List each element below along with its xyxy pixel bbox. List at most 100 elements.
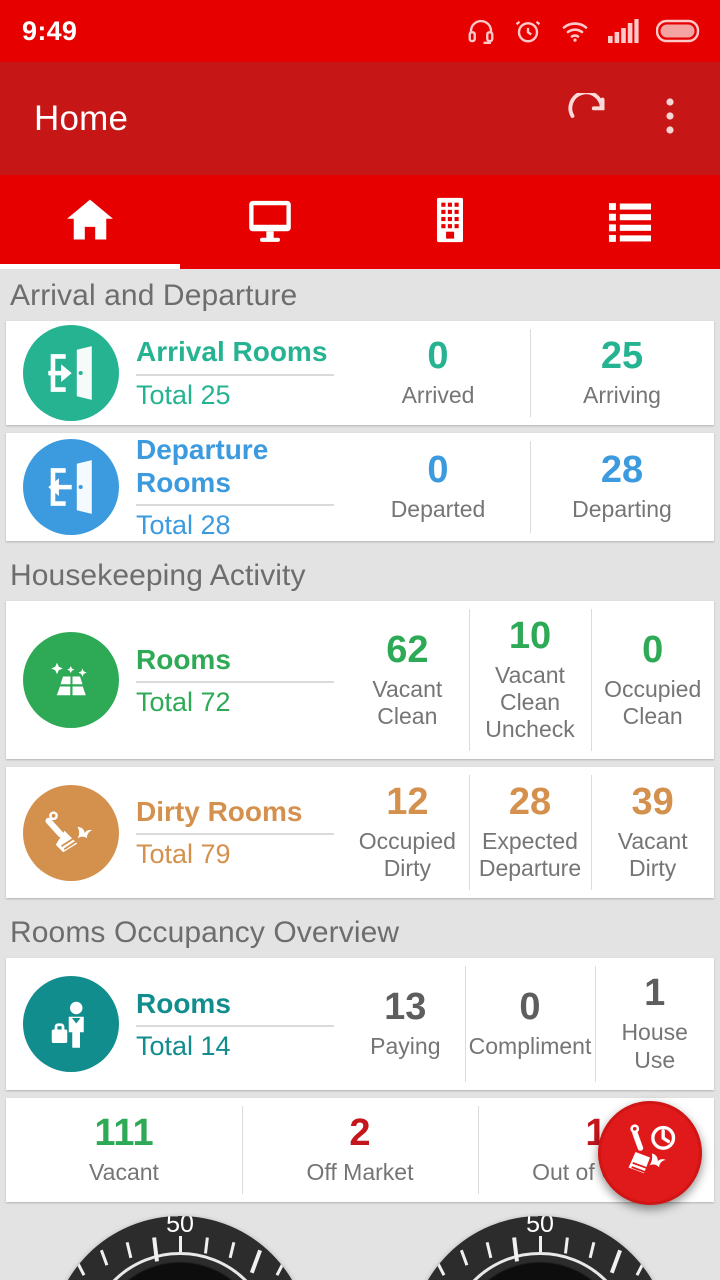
signal-icon xyxy=(607,17,639,45)
stat-label: House Use xyxy=(621,1019,688,1073)
card-stats: 62 Vacant Clean 10 Vacant Clean Uncheck … xyxy=(346,601,714,759)
stat-label: Off Market xyxy=(306,1158,414,1185)
card-title: Rooms xyxy=(136,643,231,675)
gauge-tick-label: 50 xyxy=(166,1215,194,1238)
stat-vacant[interactable]: 111 Vacant xyxy=(6,1098,242,1202)
stat-value: 0 xyxy=(427,335,449,377)
stat-vacant-dirty[interactable]: 39 Vacant Dirty xyxy=(591,767,714,898)
stat-value: 62 xyxy=(386,628,429,671)
card-dirty-rooms[interactable]: Dirty Rooms Total 79 12 Occupied Dirty 2… xyxy=(6,767,714,899)
card-label: Rooms Total 14 xyxy=(136,958,346,1089)
stat-arriving[interactable]: 25 Arriving xyxy=(530,321,714,425)
tab-bar xyxy=(0,175,720,269)
stat-vacant-clean-uncheck[interactable]: 10 Vacant Clean Uncheck xyxy=(468,601,592,759)
headset-icon xyxy=(466,16,496,46)
card-stats: 0 Departed 28 Departing xyxy=(346,433,714,541)
stat-arrived[interactable]: 0 Arrived xyxy=(346,321,530,425)
overflow-menu-button[interactable] xyxy=(642,91,698,147)
app-bar: Home xyxy=(0,62,720,175)
stat-value: 13 xyxy=(384,986,427,1029)
tab-list[interactable] xyxy=(540,175,720,269)
stat-label: Compliment xyxy=(468,1032,592,1059)
stat-value: 28 xyxy=(508,781,552,824)
stat-label: Vacant Dirty xyxy=(617,828,688,882)
door-enter-icon xyxy=(23,325,119,421)
stat-occupied-clean[interactable]: 0 Occupied Clean xyxy=(591,601,714,759)
stat-vacant-clean[interactable]: 62 Vacant Clean xyxy=(346,601,469,759)
tab-home[interactable] xyxy=(0,175,180,269)
card-arrival-rooms[interactable]: Arrival Rooms Total 25 0 Arrived 25 Arri… xyxy=(6,321,714,426)
building-icon xyxy=(422,194,478,251)
tab-dashboard[interactable] xyxy=(180,175,360,269)
stat-value: 28 xyxy=(600,449,644,492)
gauge-row: 20304050607080 20304050607080 xyxy=(0,1215,720,1280)
card-icon-wrap xyxy=(6,601,136,759)
stat-label: Arrived xyxy=(401,381,475,408)
card-occupancy-rooms[interactable]: Rooms Total 14 13 Paying 0 Compliment 1 … xyxy=(6,958,714,1090)
card-label: Arrival Rooms Total 25 xyxy=(136,321,346,425)
stat-label: Paying xyxy=(370,1032,441,1059)
stat-off-market[interactable]: 2 Off Market xyxy=(242,1098,478,1202)
stat-value: 39 xyxy=(631,781,674,824)
stat-occupied-dirty[interactable]: 12 Occupied Dirty xyxy=(346,767,469,898)
stat-label: Vacant Clean Uncheck xyxy=(485,661,575,743)
app-bar-actions xyxy=(560,90,698,147)
section-title-arrival-departure: Arrival and Departure xyxy=(10,279,298,312)
card-title: Rooms xyxy=(136,987,231,1019)
card-label: Dirty Rooms Total 79 xyxy=(136,767,346,898)
card-total: Total 72 xyxy=(136,686,231,717)
stat-value: 12 xyxy=(386,781,429,824)
stat-house-use[interactable]: 1 House Use xyxy=(595,958,714,1089)
gauge-right: 20304050607080 xyxy=(410,1215,670,1280)
divider xyxy=(136,833,334,836)
card-icon-wrap xyxy=(6,433,136,541)
home-icon xyxy=(62,194,118,251)
gauge-left: 20304050607080 xyxy=(50,1215,310,1280)
stat-label: Vacant xyxy=(89,1158,159,1185)
card-icon-wrap xyxy=(6,321,136,425)
card-label: Departure Rooms Total 28 xyxy=(136,433,346,541)
guest-luggage-icon xyxy=(23,976,119,1073)
card-clean-rooms[interactable]: Rooms Total 72 62 Vacant Clean 10 Vacant… xyxy=(6,601,714,760)
card-icon-wrap xyxy=(6,958,136,1089)
stat-value: 2 xyxy=(349,1111,371,1154)
list-icon xyxy=(602,194,658,251)
tab-property[interactable] xyxy=(360,175,540,269)
stat-value: 25 xyxy=(600,335,644,377)
stat-departed[interactable]: 0 Departed xyxy=(346,433,530,541)
stat-value: 111 xyxy=(94,1111,154,1154)
refresh-button[interactable] xyxy=(560,90,616,147)
stat-value: 0 xyxy=(427,449,449,492)
stat-departing[interactable]: 28 Departing xyxy=(530,433,714,541)
card-title: Dirty Rooms xyxy=(136,796,303,828)
stat-label: Arriving xyxy=(583,381,661,408)
divider xyxy=(136,373,334,376)
card-title: Arrival Rooms xyxy=(136,336,328,368)
wifi-icon xyxy=(560,16,590,46)
broom-icon xyxy=(23,784,119,881)
card-title: Departure Rooms xyxy=(136,434,269,499)
stat-paying[interactable]: 13 Paying xyxy=(346,958,465,1089)
status-bar: 9:49 xyxy=(0,0,720,62)
battery-icon xyxy=(656,18,702,44)
card-total: Total 28 xyxy=(136,510,231,541)
monitor-icon xyxy=(242,194,298,251)
stat-label: Occupied Clean xyxy=(604,675,702,729)
page-title: Home xyxy=(34,98,129,138)
card-departure-rooms[interactable]: Departure Rooms Total 28 0 Departed 28 D… xyxy=(6,433,714,542)
card-stats: 13 Paying 0 Compliment 1 House Use xyxy=(346,958,714,1089)
divider xyxy=(136,1024,334,1027)
section-title-occupancy: Rooms Occupancy Overview xyxy=(10,916,400,950)
card-total: Total 14 xyxy=(136,1030,231,1061)
stat-value: 10 xyxy=(508,615,552,658)
refresh-icon xyxy=(565,90,611,144)
gauge-col-left: 20304050607080 xyxy=(0,1215,360,1280)
stat-label: Occupied Dirty xyxy=(358,828,456,882)
stat-expected-departure[interactable]: 28 Expected Departure xyxy=(468,767,592,898)
stat-value: 0 xyxy=(642,628,664,671)
app-screen: 9:49 Home Arrival and Departure Arrival … xyxy=(0,0,720,1280)
sparkle-bed-icon xyxy=(23,632,119,729)
stat-compliment[interactable]: 0 Compliment xyxy=(464,958,596,1089)
divider xyxy=(136,680,334,683)
housekeeping-fab-button[interactable] xyxy=(598,1101,702,1205)
